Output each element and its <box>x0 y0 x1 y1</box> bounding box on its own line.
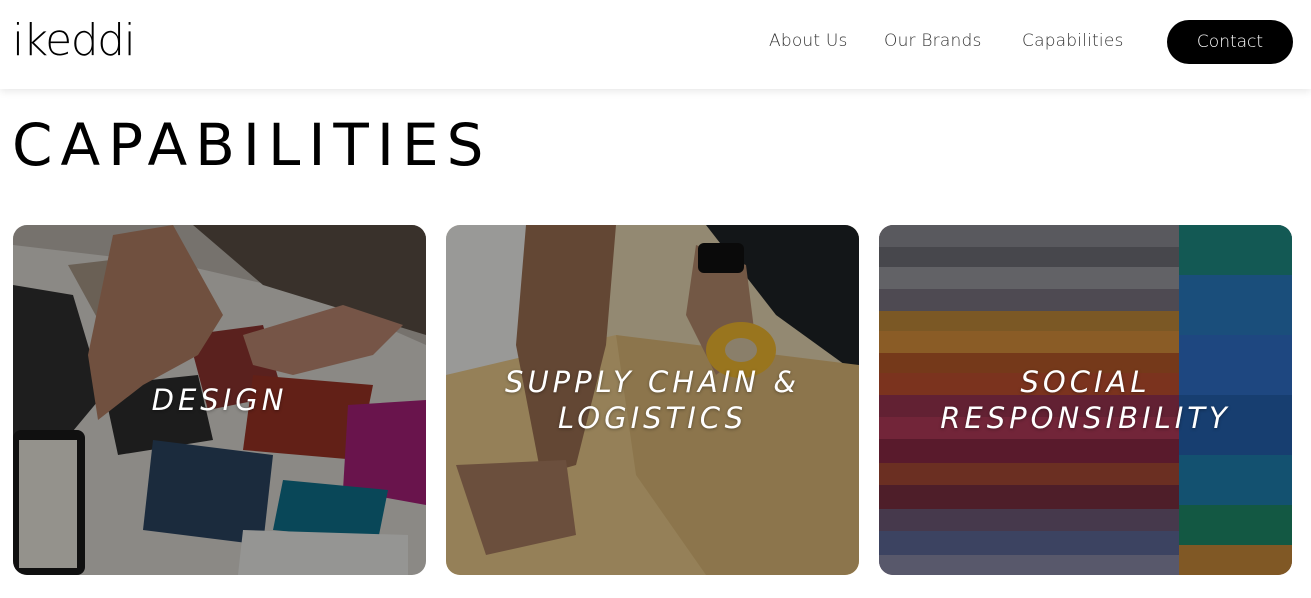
card-label-design: DESIGN <box>13 225 426 575</box>
card-label-line: SUPPLY CHAIN & <box>505 365 800 399</box>
logo[interactable]: ikeddi <box>12 15 136 67</box>
nav-our-brands[interactable]: Our Brands <box>884 30 982 52</box>
card-label-supply-chain: SUPPLY CHAIN & LOGISTICS <box>446 225 859 575</box>
card-social-responsibility[interactable]: SOCIAL RESPONSIBILITY <box>879 225 1292 575</box>
nav-about-us[interactable]: About Us <box>769 30 848 52</box>
nav-capabilities[interactable]: Capabilities <box>1022 30 1124 52</box>
card-label-social-responsibility: SOCIAL RESPONSIBILITY <box>879 225 1292 575</box>
card-supply-chain-logistics[interactable]: SUPPLY CHAIN & LOGISTICS <box>446 225 859 575</box>
page-title: CAPABILITIES <box>12 111 492 179</box>
card-label-line: DESIGN <box>151 383 288 417</box>
card-label-line: SOCIAL <box>1020 365 1151 399</box>
card-design[interactable]: DESIGN <box>13 225 426 575</box>
card-label-line: LOGISTICS <box>558 401 747 435</box>
card-label-line: RESPONSIBILITY <box>940 401 1231 435</box>
contact-button[interactable]: Contact <box>1167 20 1293 64</box>
site-header: ikeddi About Us Our Brands Capabilities … <box>0 0 1311 89</box>
